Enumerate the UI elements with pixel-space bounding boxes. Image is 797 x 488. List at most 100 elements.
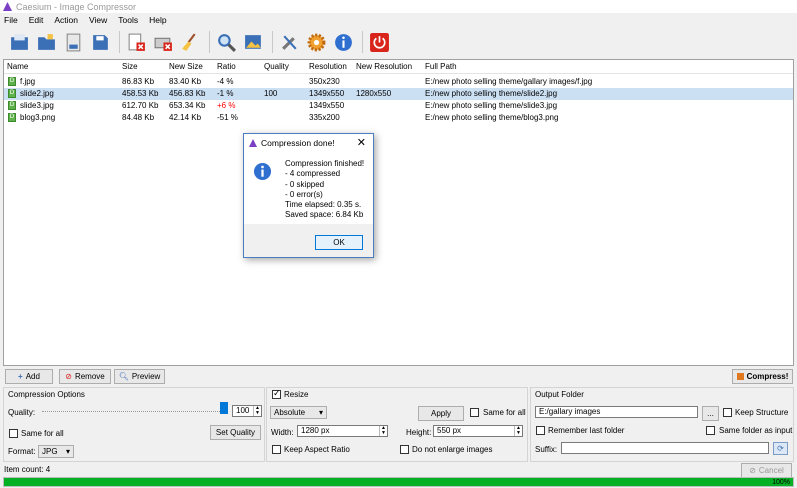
cell-ratio: -1 % xyxy=(217,89,234,98)
no-enlarge-checkbox[interactable] xyxy=(400,445,409,454)
format-select[interactable]: JPG xyxy=(38,445,74,458)
open-icon xyxy=(10,33,28,50)
about-button[interactable] xyxy=(331,30,355,54)
cell-full-path: E:/new photo selling theme/gallary image… xyxy=(425,77,593,86)
cancel-button[interactable]: ⊘ Cancel xyxy=(741,463,792,478)
same-for-all-resize-checkbox[interactable] xyxy=(470,408,479,417)
height-spinbox[interactable]: 550 px ▲ ▼ xyxy=(433,425,523,437)
column-name[interactable]: Name xyxy=(7,62,28,71)
image-file-icon: D xyxy=(8,77,16,86)
resize-checkbox[interactable] xyxy=(272,388,281,399)
compress-button[interactable]: Compress! xyxy=(732,369,793,384)
settings-button[interactable] xyxy=(304,30,328,54)
same-for-all-quality-checkbox[interactable] xyxy=(9,429,18,438)
clear-list-button[interactable] xyxy=(151,30,175,54)
table-row[interactable]: D slide2.jpg 458.53 Kb 456.83 Kb -1 % 10… xyxy=(4,88,793,100)
spin-arrows-icon[interactable]: ▲ ▼ xyxy=(379,426,387,436)
table-row[interactable]: D blog3.png 84.48 Kb 42.14 Kb -51 % 335x… xyxy=(4,112,793,124)
column-new-resolution[interactable]: New Resolution xyxy=(356,62,412,71)
dialog-line: - 4 compressed xyxy=(285,169,341,179)
save-list-button[interactable] xyxy=(61,30,85,54)
ok-button[interactable]: OK xyxy=(315,235,363,250)
browse-button[interactable]: ... xyxy=(702,406,719,421)
save-button[interactable] xyxy=(88,30,112,54)
preview-button[interactable]: 🔍︎ Preview xyxy=(114,369,165,384)
remember-folder-label: Remember last folder xyxy=(548,426,625,435)
browse-label: ... xyxy=(707,409,714,418)
toolbar-separator xyxy=(119,31,120,53)
width-spinbox[interactable]: 1280 px ▲ ▼ xyxy=(297,425,388,437)
output-folder-title: Output Folder xyxy=(535,390,584,399)
app-icon xyxy=(3,2,12,11)
column-full-path[interactable]: Full Path xyxy=(425,62,457,71)
suffix-input[interactable] xyxy=(561,442,769,454)
cell-name: slide2.jpg xyxy=(20,89,54,98)
save-icon xyxy=(92,34,108,50)
remember-folder-checkbox[interactable] xyxy=(536,426,545,435)
search-button[interactable] xyxy=(214,30,238,54)
same-for-all-resize-label: Same for all xyxy=(483,408,526,417)
column-quality[interactable]: Quality xyxy=(264,62,289,71)
file-list[interactable]: Name Size New Size Ratio Quality Resolut… xyxy=(3,59,794,366)
menu-edit[interactable]: Edit xyxy=(29,15,44,25)
open-button[interactable] xyxy=(7,30,31,54)
remove-icon xyxy=(128,33,145,51)
resize-mode-select[interactable]: Absolute xyxy=(270,406,327,419)
no-enlarge-label: Do not enlarge images xyxy=(412,445,493,454)
cell-name: slide3.jpg xyxy=(20,101,54,110)
clean-button[interactable] xyxy=(178,30,202,54)
open-folder-icon xyxy=(37,33,55,50)
refresh-icon[interactable]: ⟳ xyxy=(773,442,788,455)
column-new-size[interactable]: New Size xyxy=(169,62,203,71)
cell-new-size: 653.34 Kb xyxy=(169,101,206,110)
cell-resolution: 1349x550 xyxy=(309,89,345,98)
close-icon[interactable]: ✕ xyxy=(357,136,366,149)
save-list-icon xyxy=(66,33,80,51)
resize-panel: Resize Absolute Apply Same for all Width… xyxy=(266,387,528,462)
menu-view[interactable]: View xyxy=(89,15,107,25)
menu-help[interactable]: Help xyxy=(149,15,166,25)
menu-action[interactable]: Action xyxy=(54,15,78,25)
quality-spinbox[interactable]: 100 ▲ ▼ xyxy=(232,405,262,417)
same-as-input-checkbox[interactable] xyxy=(706,426,715,435)
keep-structure-label: Keep Structure xyxy=(735,408,789,417)
dialog-line: Saved space: 6.84 Kb xyxy=(285,210,364,220)
width-value: 1280 px xyxy=(301,426,330,435)
quality-slider-handle[interactable] xyxy=(220,402,228,414)
apply-button[interactable]: Apply xyxy=(418,406,464,421)
progress-percent: 100% xyxy=(772,479,790,486)
spin-arrows-icon[interactable]: ▲ ▼ xyxy=(253,406,261,416)
remove-items-button[interactable] xyxy=(124,30,148,54)
app-icon xyxy=(249,139,257,147)
height-label: Height: xyxy=(406,428,432,437)
table-row[interactable]: D slide3.jpg 612.70 Kb 653.34 Kb +6 % 13… xyxy=(4,100,793,112)
preview-button-toolbar[interactable] xyxy=(241,30,265,54)
compress-icon xyxy=(736,373,744,380)
same-as-input-label: Same folder as input xyxy=(719,426,793,435)
tools-button[interactable] xyxy=(277,30,301,54)
spin-arrows-icon[interactable]: ▲ ▼ xyxy=(514,426,522,436)
open-folder-button[interactable] xyxy=(34,30,58,54)
add-button[interactable]: + Add xyxy=(5,369,53,384)
table-row[interactable]: D f.jpg 86.83 Kb 83.40 Kb -4 % 350x230 E… xyxy=(4,76,793,88)
remove-button[interactable]: ⊘ Remove xyxy=(59,369,111,384)
column-resolution[interactable]: Resolution xyxy=(309,62,347,71)
menu-file[interactable]: File xyxy=(4,15,18,25)
add-label: Add xyxy=(25,372,40,381)
keep-structure-checkbox[interactable] xyxy=(723,408,732,417)
cell-name: f.jpg xyxy=(20,77,36,86)
quality-slider-track[interactable] xyxy=(42,411,226,412)
exit-button[interactable] xyxy=(367,30,391,54)
set-quality-button[interactable]: Set Quality xyxy=(210,425,261,440)
menu-tools[interactable]: Tools xyxy=(118,15,138,25)
output-path-field[interactable]: E:/gallary images xyxy=(535,406,698,418)
format-label: Format: xyxy=(8,447,36,456)
column-ratio[interactable]: Ratio xyxy=(217,62,236,71)
compression-done-dialog: Compression done! ✕ Compression finished… xyxy=(243,133,374,258)
list-header: Name Size New Size Ratio Quality Resolut… xyxy=(4,60,793,74)
keep-aspect-checkbox[interactable] xyxy=(272,445,281,454)
column-size[interactable]: Size xyxy=(122,62,138,71)
cell-full-path: E:/new photo selling theme/blog3.png xyxy=(425,113,559,122)
progress-fill xyxy=(4,478,793,486)
item-count: Item count: 4 xyxy=(4,465,51,474)
